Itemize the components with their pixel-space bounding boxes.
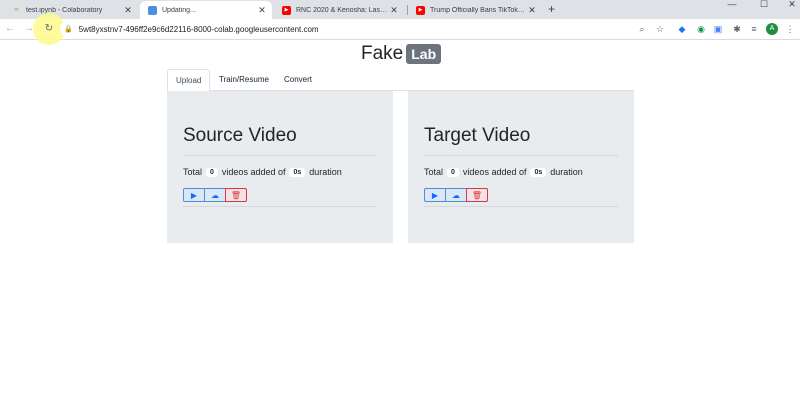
video-summary: Total 0 videos added of 0s duration (183, 167, 342, 177)
close-icon[interactable]: ✕ (388, 5, 400, 16)
reload-icon[interactable]: ↻ (43, 23, 55, 34)
delete-button[interactable]: 🗑 (225, 188, 247, 202)
maximize-icon[interactable]: ☐ (754, 0, 774, 9)
browser-tab-strip: ∞ test.ipynb - Colaboratory ✕ Updating..… (0, 0, 800, 19)
tab-title: Trump Officially Bans TikTok | Th (430, 6, 526, 14)
close-icon[interactable]: ✕ (122, 5, 134, 16)
divider (424, 206, 618, 207)
card-title: Source Video (183, 125, 297, 146)
browser-tab-tiktok[interactable]: ▶ Trump Officially Bans TikTok | Th ✕ (408, 1, 542, 19)
cloud-upload-icon: ☁ (211, 190, 219, 200)
youtube-icon: ▶ (416, 5, 425, 15)
url-text: 5wt8yxstnv7-496ff2e9c6d22116-8000-colab.… (78, 24, 319, 34)
target-button-group: ▶ ☁ 🗑 (424, 188, 488, 202)
divider (183, 155, 377, 156)
youtube-icon: ▶ (282, 5, 291, 15)
summary-prefix: Total (424, 167, 444, 177)
window-close-icon[interactable]: ✕ (782, 0, 800, 9)
lock-icon: 🔒 (64, 26, 73, 33)
delete-button[interactable]: 🗑 (466, 188, 488, 202)
trash-icon: 🗑 (471, 190, 483, 200)
minimize-icon[interactable]: — (722, 0, 742, 9)
trash-icon: 🗑 (230, 190, 242, 200)
tab-title: RNC 2020 & Kenosha: Last Week (296, 6, 388, 14)
summary-suffix: duration (309, 167, 342, 177)
summary-middle: videos added of (221, 167, 286, 177)
tab-title: test.ipynb - Colaboratory (26, 6, 103, 14)
source-video-card: Source Video Total 0 videos added of 0s … (167, 91, 393, 243)
forward-arrow-icon[interactable]: → (23, 23, 35, 34)
extensions-puzzle-icon[interactable]: ✱ (731, 23, 743, 35)
tab-convert[interactable]: Convert (276, 69, 320, 91)
cloud-upload-icon: ☁ (452, 190, 460, 200)
browser-toolbar: ← → ↻ 🔒 5wt8yxstnv7-496ff2e9c6d22116-800… (0, 13, 800, 45)
brand-logo: Fake Lab (361, 43, 442, 65)
avatar[interactable]: A (766, 23, 778, 35)
divider (424, 155, 618, 156)
zoom-icon[interactable]: ⌕ (636, 23, 648, 35)
browser-tab-updating[interactable]: Updating... ✕ (140, 1, 272, 19)
duration-badge: 0s (289, 167, 306, 177)
close-icon[interactable]: ✕ (526, 5, 538, 16)
summary-suffix: duration (550, 167, 583, 177)
upload-button[interactable]: ☁ (445, 188, 467, 202)
nav-tabs: Upload Train/Resume Convert (167, 69, 634, 92)
youtube-add-button[interactable]: ▶ (183, 188, 205, 202)
summary-middle: videos added of (462, 167, 527, 177)
brand-badge: Lab (406, 44, 442, 64)
tab-train-resume[interactable]: Train/Resume (211, 69, 277, 91)
video-count-badge: 0 (206, 167, 218, 177)
browser-tab-rnc[interactable]: ▶ RNC 2020 & Kenosha: Last Week ✕ (274, 1, 404, 19)
colab-icon: ∞ (14, 7, 19, 13)
close-icon[interactable]: ✕ (256, 5, 268, 16)
target-video-card: Target Video Total 0 videos added of 0s … (408, 91, 634, 243)
browser-tab-colab[interactable]: ∞ test.ipynb - Colaboratory ✕ (4, 1, 138, 19)
media-queue-icon[interactable]: ≡ (748, 23, 760, 35)
extension-globe-icon[interactable]: ◉ (695, 23, 707, 35)
youtube-add-button[interactable]: ▶ (424, 188, 446, 202)
address-bar[interactable]: 🔒 5wt8yxstnv7-496ff2e9c6d22116-8000-cola… (60, 21, 670, 37)
new-tab-icon[interactable]: + (548, 2, 555, 16)
back-arrow-icon[interactable]: ← (4, 23, 16, 34)
youtube-icon: ▶ (431, 190, 439, 200)
extension-cap-icon[interactable]: ◆ (676, 23, 688, 35)
brand-text: Fake (361, 43, 404, 64)
upload-button[interactable]: ☁ (204, 188, 226, 202)
source-button-group: ▶ ☁ 🗑 (183, 188, 247, 202)
tab-upload[interactable]: Upload (167, 69, 211, 92)
duration-badge: 0s (530, 167, 547, 177)
translate-icon[interactable]: ▣ (712, 23, 724, 35)
youtube-icon: ▶ (190, 190, 198, 200)
kebab-menu-icon[interactable]: ⋮ (784, 23, 796, 35)
divider (183, 206, 377, 207)
tab-title: Updating... (162, 6, 196, 14)
summary-prefix: Total (183, 167, 203, 177)
video-count-badge: 0 (447, 167, 459, 177)
video-summary: Total 0 videos added of 0s duration (424, 167, 583, 177)
bookmark-star-icon[interactable]: ☆ (654, 23, 666, 35)
card-title: Target Video (424, 125, 531, 146)
page-icon (148, 5, 157, 15)
